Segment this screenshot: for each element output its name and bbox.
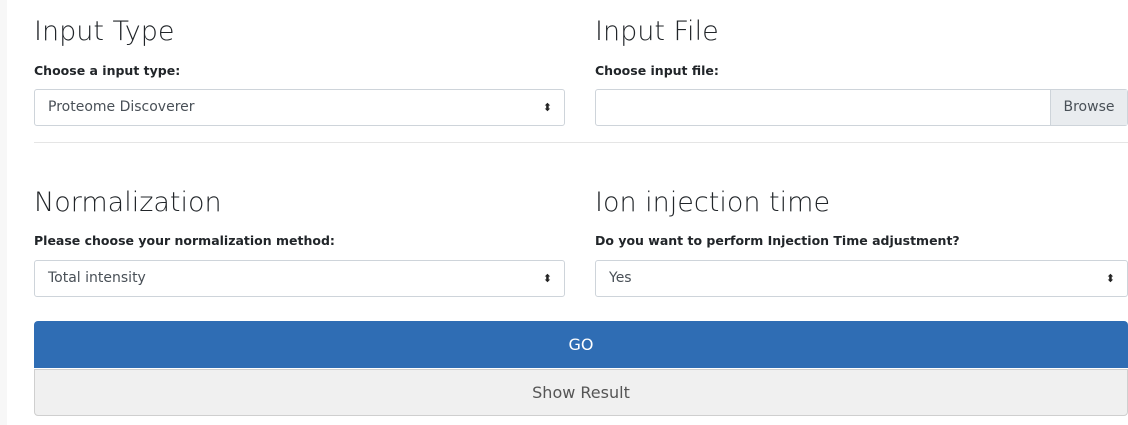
injection-time-selected-value: Yes [609, 270, 632, 286]
injection-time-select[interactable]: Yes ⬍ [595, 260, 1128, 297]
input-file-label: Choose input file: [595, 63, 719, 78]
input-file-heading: Input File [595, 16, 719, 47]
injection-time-heading: Ion injection time [595, 187, 831, 218]
normalization-heading: Normalization [34, 187, 222, 218]
section-divider [34, 142, 1128, 143]
input-type-heading: Input Type [34, 16, 175, 47]
up-down-caret-icon: ⬍ [542, 272, 552, 285]
normalization-select[interactable]: Total intensity ⬍ [34, 260, 565, 297]
show-result-button[interactable]: Show Result [34, 369, 1128, 416]
normalization-label: Please choose your normalization method: [34, 233, 335, 248]
go-button[interactable]: GO [34, 321, 1128, 368]
injection-time-label: Do you want to perform Injection Time ad… [595, 233, 960, 248]
input-type-label: Choose a input type: [34, 63, 181, 78]
up-down-caret-icon: ⬍ [1105, 272, 1115, 285]
page: Input Type Choose a input type: Proteome… [7, 0, 1128, 425]
input-type-selected-value: Proteome Discoverer [48, 99, 195, 115]
browse-button[interactable]: Browse [1050, 90, 1127, 125]
input-type-select[interactable]: Proteome Discoverer ⬍ [34, 89, 565, 126]
up-down-caret-icon: ⬍ [542, 101, 552, 114]
file-input[interactable]: Browse [595, 89, 1128, 126]
normalization-selected-value: Total intensity [48, 270, 146, 286]
